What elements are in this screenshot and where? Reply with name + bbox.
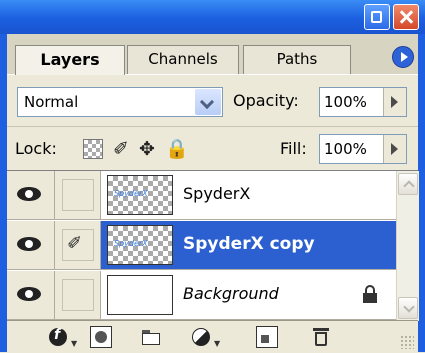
new-layer-icon[interactable] [256, 326, 278, 348]
thumbnail-text: SpyderX [114, 189, 148, 198]
caret-down-icon: ▼ [214, 339, 221, 348]
eye-icon [17, 187, 41, 201]
caret-down-icon: ▼ [71, 339, 78, 348]
scroll-down-button[interactable] [398, 297, 418, 319]
resize-grip-icon[interactable] [400, 335, 414, 349]
palette-tabs: Layers Channels Paths [7, 34, 418, 75]
scroll-up-button[interactable] [398, 173, 418, 195]
trash-icon[interactable] [310, 326, 332, 348]
lock-fill-row: Lock: ✐ ✥ 🔒 Fill: 100% [7, 126, 418, 171]
close-window-button[interactable] [393, 4, 419, 30]
palette-menu-button[interactable] [392, 46, 414, 68]
blend-opacity-row: Normal Opacity: 100% [7, 74, 418, 127]
link-toggle[interactable] [55, 171, 101, 219]
window-frame-right [418, 34, 425, 352]
opacity-value: 100% [324, 93, 367, 111]
visibility-toggle[interactable] [7, 171, 55, 219]
lock-transparency-icon[interactable] [83, 139, 103, 159]
fill-slider-arrow-icon[interactable] [383, 135, 406, 163]
blend-mode-value: Normal [24, 93, 79, 111]
layer-name: Background [183, 284, 279, 303]
layer-thumbnail [107, 275, 173, 315]
tab-channels[interactable]: Channels [127, 45, 239, 74]
lock-paint-brush-icon[interactable]: ✐ [111, 139, 131, 159]
layer-name: SpyderX copy [183, 234, 315, 254]
layer-row-selected[interactable]: ✐ SpyderX SpyderX copy [7, 221, 396, 270]
layer-styles-icon[interactable] [47, 326, 69, 348]
blend-mode-select[interactable]: Normal [17, 87, 223, 117]
styles-disc [49, 327, 67, 346]
window-frame-left [0, 34, 7, 352]
link-slot [62, 279, 94, 311]
lock-label: Lock: [15, 139, 57, 158]
visibility-toggle[interactable] [7, 271, 55, 319]
chevron-down-icon[interactable] [195, 89, 221, 115]
layer-name: SpyderX [183, 184, 251, 203]
visibility-toggle[interactable] [7, 221, 55, 269]
tab-paths[interactable]: Paths [243, 45, 351, 74]
layer-row[interactable]: Background [7, 271, 396, 320]
lock-all-icon[interactable]: 🔒 [165, 139, 189, 159]
opacity-field[interactable]: 100% [319, 87, 407, 117]
lock-move-icon[interactable]: ✥ [137, 139, 157, 159]
title-bar [0, 0, 425, 34]
eye-icon [17, 287, 41, 301]
layer-thumbnail: SpyderX [107, 175, 173, 215]
opacity-label: Opacity: [233, 91, 299, 110]
paintbrush-icon: ✐ [67, 233, 83, 254]
link-slot [62, 179, 94, 211]
tab-layers[interactable]: Layers [15, 45, 125, 75]
link-toggle[interactable] [55, 271, 101, 319]
lock-icon [362, 285, 378, 303]
layer-row[interactable]: SpyderX SpyderX [7, 171, 396, 220]
fill-field[interactable]: 100% [319, 134, 407, 164]
layers-list: SpyderX SpyderX ✐ SpyderX SpyderX copy B… [7, 170, 419, 321]
restore-window-button[interactable] [364, 4, 390, 30]
opacity-slider-arrow-icon[interactable] [383, 88, 406, 116]
lock-body [363, 293, 377, 303]
layers-scrollbar[interactable] [396, 171, 419, 321]
layer-mask-icon[interactable] [90, 326, 112, 348]
fill-value: 100% [324, 140, 367, 158]
thumbnail-text: SpyderX [114, 239, 148, 248]
adjustment-layer-icon[interactable] [190, 326, 212, 348]
layer-set-folder-icon[interactable] [140, 326, 162, 348]
eye-icon [17, 237, 41, 251]
palette-footer: ▼ ▼ [7, 320, 418, 353]
fill-label: Fill: [280, 139, 307, 158]
link-toggle[interactable]: ✐ [55, 221, 101, 269]
adjust-disc [192, 328, 210, 346]
layer-thumbnail: SpyderX [107, 225, 173, 265]
